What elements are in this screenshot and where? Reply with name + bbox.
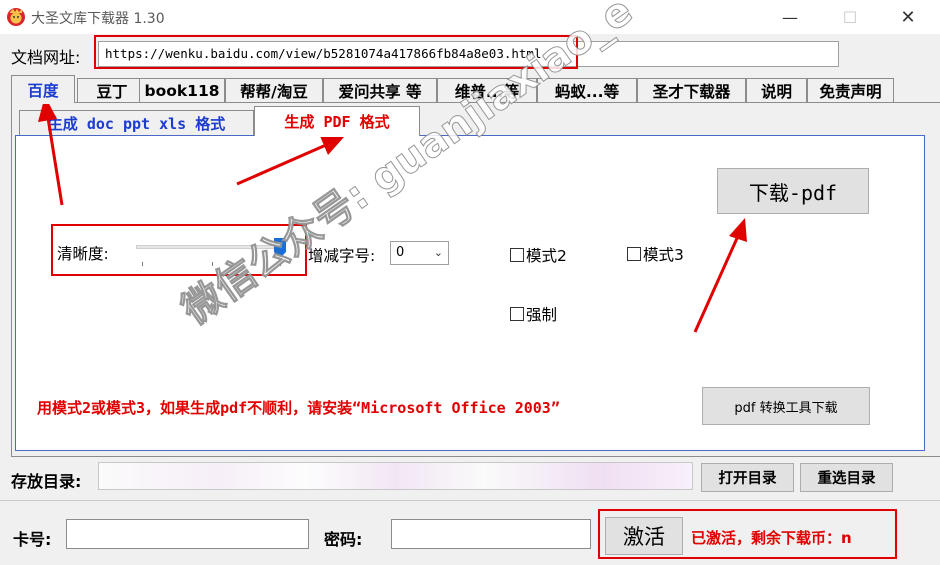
activation-highlight-box xyxy=(598,509,897,559)
tab-weipu[interactable]: 维普...等 xyxy=(437,78,537,102)
checkbox-box xyxy=(510,307,524,321)
app-logo-icon xyxy=(7,8,25,26)
card-number-label: 卡号: xyxy=(13,530,52,549)
tab-bangbang-taodou[interactable]: 帮帮/淘豆 xyxy=(225,78,323,102)
window-title: 大圣文库下载器 1.30 xyxy=(31,11,165,27)
tab-disclaimer[interactable]: 免责声明 xyxy=(807,78,894,102)
url-highlight-box xyxy=(94,35,578,69)
tab-mayi[interactable]: 蚂蚁...等 xyxy=(537,78,637,102)
pdf-tool-download-button[interactable]: pdf 转换工具下载 xyxy=(702,387,870,425)
subtab-doc-ppt-xls[interactable]: 生成 doc ppt xls 格式 xyxy=(19,110,254,136)
tab-aiwen[interactable]: 爱问共享 等 xyxy=(323,78,437,102)
maximize-button[interactable]: ☐ xyxy=(828,0,872,34)
tab-shengcai[interactable]: 圣才下载器 xyxy=(637,78,746,102)
open-dir-button[interactable]: 打开目录 xyxy=(701,463,794,492)
mode3-label: 模式3 xyxy=(643,246,684,264)
mode3-checkbox[interactable]: 模式3 xyxy=(627,243,684,265)
checkbox-box xyxy=(627,247,641,261)
checkbox-box xyxy=(510,248,524,262)
font-adjust-value: 0 xyxy=(396,245,405,260)
mode2-checkbox[interactable]: 模式2 xyxy=(510,244,567,266)
chevron-down-icon: ⌄ xyxy=(433,246,443,259)
close-button[interactable]: ✕ xyxy=(886,0,930,34)
force-label: 强制 xyxy=(526,306,558,324)
tab-instructions[interactable]: 说明 xyxy=(746,78,807,102)
download-pdf-button[interactable]: 下载-pdf xyxy=(717,168,869,214)
divider xyxy=(0,500,940,501)
tab-book118[interactable]: book118 xyxy=(139,78,225,102)
minimize-button[interactable]: — xyxy=(768,0,812,34)
card-number-input[interactable] xyxy=(66,519,309,549)
clarity-highlight-box xyxy=(51,224,307,276)
font-adjust-select[interactable]: 0 ⌄ xyxy=(390,241,449,265)
force-checkbox[interactable]: 强制 xyxy=(510,303,557,325)
password-input[interactable] xyxy=(391,519,591,549)
mode2-label: 模式2 xyxy=(526,247,567,265)
reselect-dir-button[interactable]: 重选目录 xyxy=(800,463,893,492)
subtab-pdf[interactable]: 生成 PDF 格式 xyxy=(254,106,420,137)
storage-dir-label: 存放目录: xyxy=(11,472,82,491)
url-label: 文档网址: xyxy=(11,48,81,67)
title-bar: 大圣文库下载器 1.30 — ☐ ✕ xyxy=(0,0,940,34)
tab-douding[interactable]: 豆丁 xyxy=(77,78,147,102)
notice-text: 用模式2或模式3，如果生成pdf不顺利，请安装“Microsoft Office… xyxy=(37,399,560,417)
password-label: 密码: xyxy=(324,530,363,549)
font-adjust-label: 增减字号: xyxy=(308,247,376,265)
tab-baidu[interactable]: 百度 xyxy=(11,75,75,104)
storage-dir-input[interactable] xyxy=(98,462,693,490)
